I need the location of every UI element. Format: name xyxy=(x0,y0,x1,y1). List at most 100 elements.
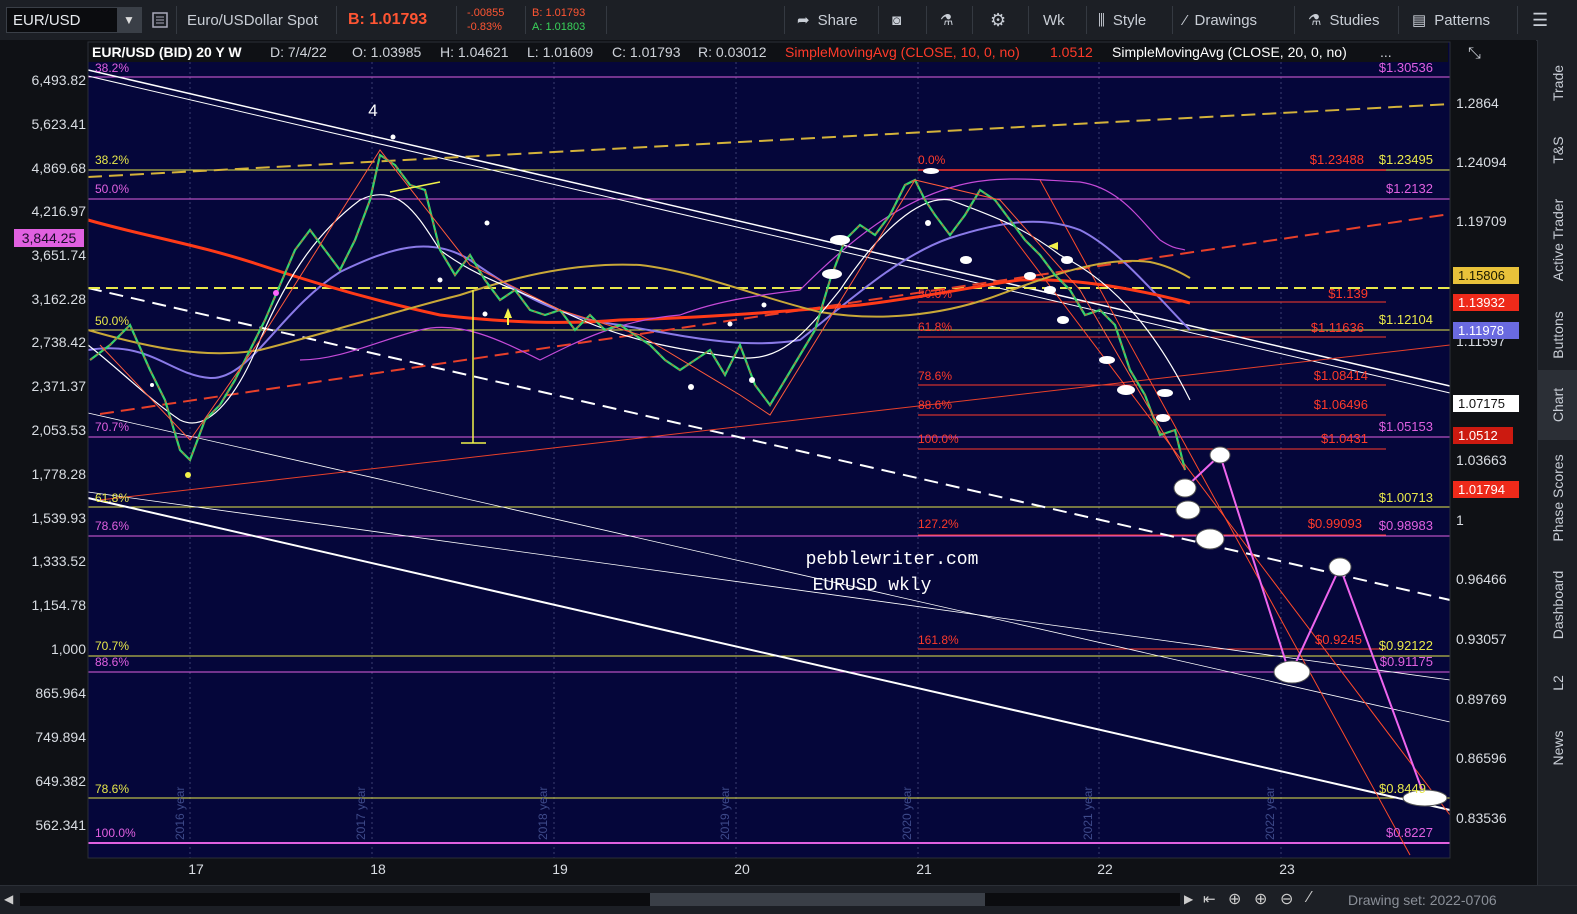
fib-left-label: 70.7% xyxy=(95,420,129,434)
collapse-icon[interactable]: ⤡ xyxy=(1468,45,1481,62)
bid-price: B: 1.01793 xyxy=(348,11,428,28)
drawings-button[interactable]: ⁄ Drawings xyxy=(1184,0,1257,40)
x-axis-label: 22 xyxy=(1097,861,1113,877)
ohlc-low: L: 1.01609 xyxy=(527,44,593,60)
tab-label: L2 xyxy=(1550,674,1566,691)
right-badge-text: 1.11978 xyxy=(1458,323,1504,338)
divider xyxy=(606,6,607,34)
left-axis-label: 3,162.28 xyxy=(32,291,87,307)
legend-more[interactable]: ... xyxy=(1380,44,1392,60)
drawings-label: Drawings xyxy=(1194,11,1258,29)
chart-title: EUR/USD (BID) 20 Y W xyxy=(92,44,242,60)
left-axis-label: 3,651.74 xyxy=(32,247,87,263)
scrollbar-thumb[interactable] xyxy=(650,893,985,906)
patterns-button[interactable]: ▤ Patterns xyxy=(1412,0,1490,40)
period-button[interactable]: Wk xyxy=(1043,0,1065,40)
style-button[interactable]: ⫼ Style xyxy=(1098,0,1146,40)
share-button[interactable]: ➦ Share xyxy=(797,0,858,40)
fib-price: $1.08414 xyxy=(1314,368,1368,383)
left-axis-label: 2,371.37 xyxy=(32,378,87,394)
horizontal-scrollbar[interactable] xyxy=(20,893,1180,906)
scroll-left-icon[interactable]: ◀ xyxy=(4,892,13,906)
fib-left-label: 100.0% xyxy=(95,826,136,840)
ohlc-open: O: 1.03985 xyxy=(352,44,421,60)
drawing-set-label[interactable]: Drawing set: 2022-0706 xyxy=(1348,892,1497,908)
year-label: 2019 year xyxy=(718,787,732,840)
left-axis-label: 1,154.78 xyxy=(32,597,87,613)
fib-mid-label: 161.8% xyxy=(918,633,959,647)
ohlc-date: D: 7/4/22 xyxy=(270,44,327,60)
symbol-input[interactable]: EUR/USD ▼ xyxy=(6,7,142,33)
x-axis-label: 17 xyxy=(188,861,204,877)
fib-mid-label: 61.8% xyxy=(918,320,952,334)
left-axis-label: 1,000 xyxy=(51,641,86,657)
fib-price: $0.91175 xyxy=(1380,654,1433,669)
tab-label: Buttons xyxy=(1550,311,1566,359)
fib-price: $1.05153 xyxy=(1379,419,1433,434)
fib-left-label: 78.6% xyxy=(95,782,129,796)
fib-price: $1.12104 xyxy=(1379,312,1433,327)
share-icon: ➦ xyxy=(797,12,810,29)
camera-icon[interactable]: ◙ xyxy=(892,0,901,40)
left-axis-label: 4,216.97 xyxy=(32,203,87,219)
settings-gear-icon[interactable]: ⚙ xyxy=(990,0,1006,40)
fib-mid-label: 50.0% xyxy=(918,287,952,301)
tab-label: News xyxy=(1550,729,1566,766)
flask-studies-icon: ⚗ xyxy=(1308,12,1322,29)
tab-ts[interactable]: T&S xyxy=(1538,120,1577,180)
right-axis-label: 1.03663 xyxy=(1456,452,1507,468)
fib-price: $0.92122 xyxy=(1379,638,1433,653)
reset-zoom-icon[interactable]: ⇤ xyxy=(1203,890,1216,908)
flask-icon[interactable]: ⚗ xyxy=(940,0,953,40)
fib-price: $0.99093 xyxy=(1308,516,1362,531)
divider xyxy=(878,6,879,34)
divider xyxy=(176,6,177,34)
zoom-out-icon[interactable]: ⊖ xyxy=(1280,889,1293,909)
fib-price: $1.11636 xyxy=(1311,320,1364,335)
tab-label: Chart xyxy=(1550,387,1566,423)
fib-left-label: 50.0% xyxy=(95,314,129,328)
right-axis-label: 1.24094 xyxy=(1456,154,1507,170)
fib-mid-label: 100.0% xyxy=(918,432,959,446)
fib-price: $1.139 xyxy=(1328,286,1368,301)
tab-phase-scores[interactable]: Phase Scores xyxy=(1538,440,1577,555)
menu-icon[interactable]: ☰ xyxy=(1532,0,1548,40)
fib-price: $1.23495 xyxy=(1379,152,1433,167)
watermark-line2: EURUSD wkly xyxy=(813,576,932,596)
divider xyxy=(784,6,785,34)
fib-left-label: 78.6% xyxy=(95,519,129,533)
tab-news[interactable]: News xyxy=(1538,710,1577,785)
right-badge-text: 1.07175 xyxy=(1458,396,1505,411)
draw-line-icon[interactable]: ⁄ xyxy=(1308,889,1311,907)
left-axis-label: 5,623.41 xyxy=(32,116,87,132)
x-axis-label: 19 xyxy=(552,861,568,877)
tab-l2[interactable]: L2 xyxy=(1538,655,1577,710)
tab-label: Trade xyxy=(1550,64,1566,101)
tab-chart[interactable]: Chart xyxy=(1538,370,1577,440)
studies-button[interactable]: ⚗ Studies xyxy=(1308,0,1380,40)
pencil-icon: ⁄ xyxy=(1184,11,1187,29)
ohlc-range: R: 0.03012 xyxy=(698,44,767,60)
gear-icon[interactable] xyxy=(150,10,170,30)
crosshair-icon[interactable]: ⊕ xyxy=(1228,889,1241,909)
candlestick-icon: ⫼ xyxy=(1098,11,1105,29)
left-axis-label: 2,738.42 xyxy=(32,334,87,350)
chart-svg[interactable]: 4 pebblewriter.com EURUSD wkly 38.2% 38.… xyxy=(0,40,1536,885)
chart-area[interactable]: 4 pebblewriter.com EURUSD wkly 38.2% 38.… xyxy=(0,40,1536,885)
chart-header: EUR/USD (BID) 20 Y W D: 7/4/22 O: 1.0398… xyxy=(92,44,1392,60)
right-axis-label: 0.89769 xyxy=(1456,691,1507,707)
scroll-right-icon[interactable]: ▶ xyxy=(1184,892,1193,906)
left-axis-label: 1,333.52 xyxy=(32,553,87,569)
plot-background xyxy=(88,42,1450,858)
divider xyxy=(1028,6,1029,34)
tab-buttons[interactable]: Buttons xyxy=(1538,300,1577,370)
chevron-down-icon[interactable]: ▼ xyxy=(117,8,141,32)
tab-trade[interactable]: Trade xyxy=(1538,45,1577,120)
top-toolbar: EUR/USD ▼ Euro/USDollar Spot B: 1.01793 … xyxy=(0,0,1577,41)
divider xyxy=(1172,6,1173,34)
tab-dashboard[interactable]: Dashboard xyxy=(1538,555,1577,655)
tab-active-trader[interactable]: Active Trader xyxy=(1538,180,1577,300)
zoom-in-icon[interactable]: ⊕ xyxy=(1254,889,1267,909)
fib-price: $0.8449 xyxy=(1379,781,1426,796)
tab-label: Active Trader xyxy=(1550,198,1566,282)
